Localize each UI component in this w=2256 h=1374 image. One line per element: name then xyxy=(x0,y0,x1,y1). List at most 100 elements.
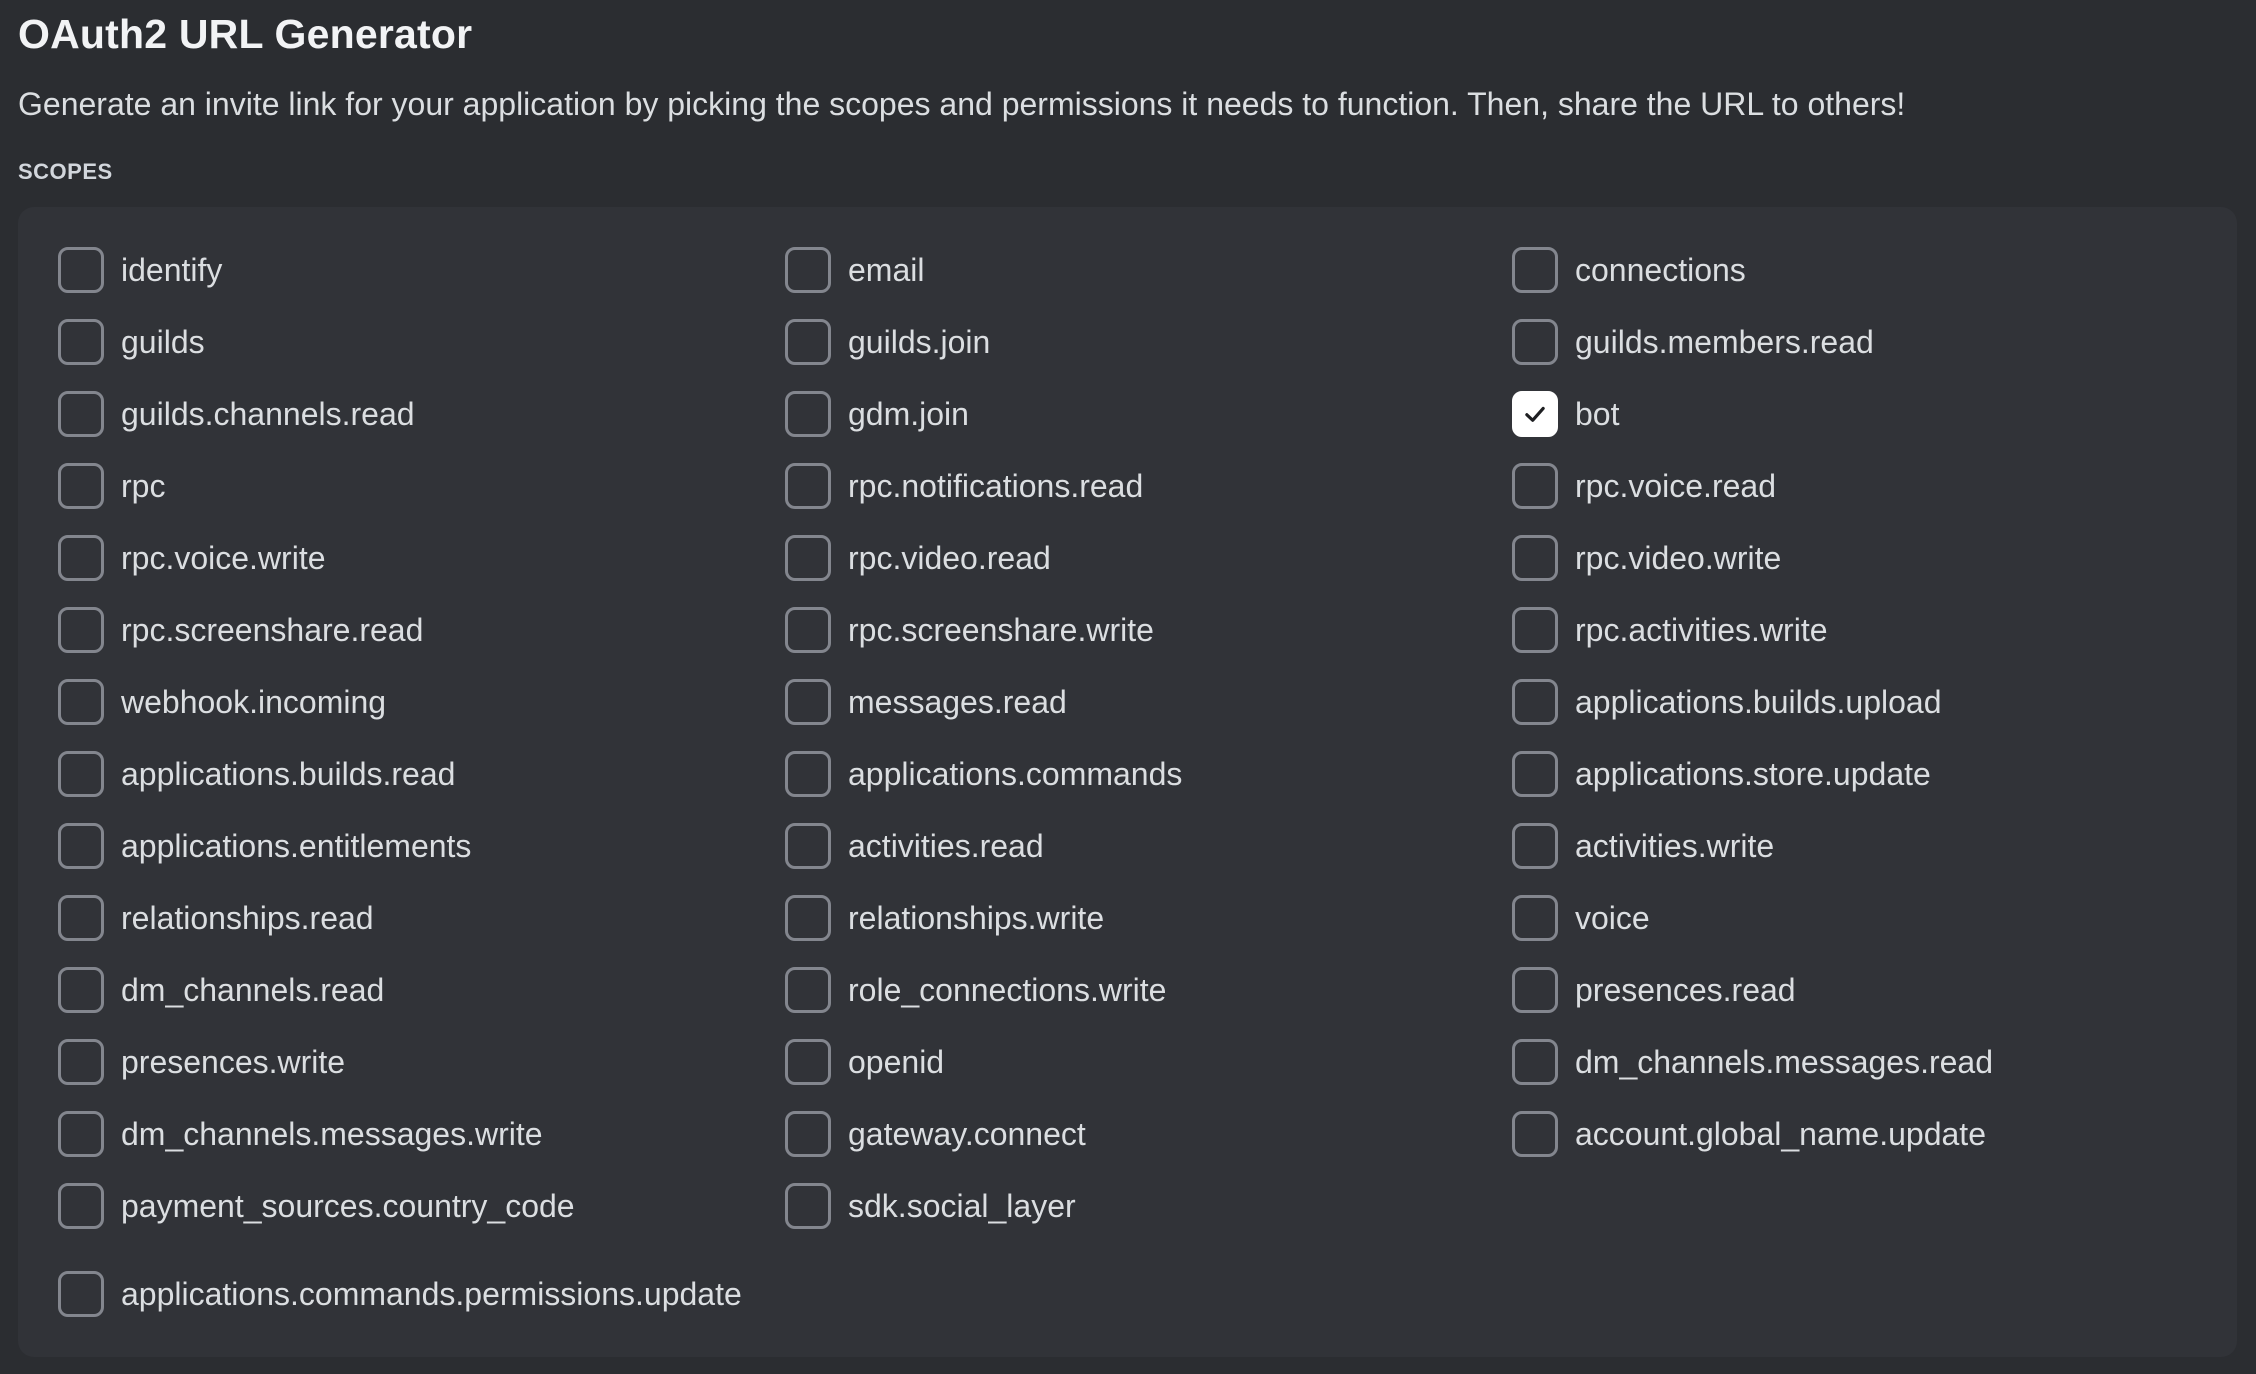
scope-item[interactable]: rpc.notifications.read xyxy=(785,450,1512,522)
scope-item[interactable]: connections xyxy=(1512,234,2239,306)
scope-item[interactable]: payment_sources.country_code xyxy=(58,1170,785,1242)
scope-item[interactable]: applications.builds.read xyxy=(58,738,785,810)
checkbox-unchecked[interactable] xyxy=(58,247,104,293)
scope-item[interactable]: rpc xyxy=(58,450,785,522)
checkbox-unchecked[interactable] xyxy=(785,823,831,869)
scope-item[interactable]: messages.read xyxy=(785,666,1512,738)
checkbox-unchecked[interactable] xyxy=(785,319,831,365)
checkbox-unchecked[interactable] xyxy=(58,463,104,509)
checkbox-unchecked[interactable] xyxy=(1512,1111,1558,1157)
checkbox-unchecked[interactable] xyxy=(1512,535,1558,581)
scope-item[interactable]: rpc.screenshare.read xyxy=(58,594,785,666)
scope-label: messages.read xyxy=(848,684,1067,720)
checkbox-unchecked[interactable] xyxy=(785,1183,831,1229)
scope-item[interactable]: applications.entitlements xyxy=(58,810,785,882)
scope-item[interactable]: openid xyxy=(785,1026,1512,1098)
scope-item[interactable]: gateway.connect xyxy=(785,1098,1512,1170)
checkbox-unchecked[interactable] xyxy=(1512,319,1558,365)
scope-item[interactable]: applications.commands xyxy=(785,738,1512,810)
scope-item[interactable]: rpc.video.write xyxy=(1512,522,2239,594)
checkbox-unchecked[interactable] xyxy=(1512,679,1558,725)
checkbox-unchecked[interactable] xyxy=(1512,895,1558,941)
scope-label: relationships.write xyxy=(848,900,1104,936)
scope-label: applications.entitlements xyxy=(121,828,471,864)
scope-item[interactable]: guilds.channels.read xyxy=(58,378,785,450)
scope-item[interactable]: identify xyxy=(58,234,785,306)
scope-label: payment_sources.country_code xyxy=(121,1188,575,1224)
checkbox-unchecked[interactable] xyxy=(58,1183,104,1229)
checkbox-unchecked[interactable] xyxy=(58,679,104,725)
scope-label: applications.builds.read xyxy=(121,756,455,792)
checkbox-unchecked[interactable] xyxy=(1512,751,1558,797)
checkbox-unchecked[interactable] xyxy=(785,967,831,1013)
checkbox-unchecked[interactable] xyxy=(785,1111,831,1157)
scope-item[interactable]: presences.write xyxy=(58,1026,785,1098)
checkbox-unchecked[interactable] xyxy=(785,391,831,437)
scope-label: guilds xyxy=(121,324,205,360)
checkbox-unchecked[interactable] xyxy=(1512,1039,1558,1085)
scope-item[interactable]: role_connections.write xyxy=(785,954,1512,1026)
scope-item[interactable]: sdk.social_layer xyxy=(785,1170,1512,1242)
scope-item[interactable]: presences.read xyxy=(1512,954,2239,1026)
scope-item[interactable]: activities.write xyxy=(1512,810,2239,882)
scope-label: presences.read xyxy=(1575,972,1796,1008)
checkbox-unchecked[interactable] xyxy=(1512,607,1558,653)
scope-label: identify xyxy=(121,252,222,288)
checkbox-unchecked[interactable] xyxy=(785,535,831,581)
scope-item[interactable]: applications.builds.upload xyxy=(1512,666,2239,738)
scope-label: applications.commands.permissions.update xyxy=(121,1276,742,1312)
checkbox-unchecked[interactable] xyxy=(58,607,104,653)
scope-item[interactable]: applications.store.update xyxy=(1512,738,2239,810)
checkbox-unchecked[interactable] xyxy=(1512,967,1558,1013)
scope-item[interactable]: dm_channels.messages.write xyxy=(58,1098,785,1170)
scope-item[interactable]: activities.read xyxy=(785,810,1512,882)
scope-item[interactable]: guilds.members.read xyxy=(1512,306,2239,378)
checkbox-unchecked[interactable] xyxy=(58,895,104,941)
scope-label: role_connections.write xyxy=(848,972,1166,1008)
checkbox-unchecked[interactable] xyxy=(785,895,831,941)
checkbox-unchecked[interactable] xyxy=(785,751,831,797)
scope-item[interactable]: voice xyxy=(1512,882,2239,954)
scope-label: bot xyxy=(1575,396,1619,432)
scope-item[interactable]: gdm.join xyxy=(785,378,1512,450)
checkbox-unchecked[interactable] xyxy=(58,967,104,1013)
checkbox-unchecked[interactable] xyxy=(58,1111,104,1157)
checkbox-unchecked[interactable] xyxy=(1512,247,1558,293)
checkbox-unchecked[interactable] xyxy=(1512,823,1558,869)
scopes-section-label: SCOPES xyxy=(18,160,113,184)
scope-item[interactable]: rpc.video.read xyxy=(785,522,1512,594)
scope-item[interactable]: bot xyxy=(1512,378,2239,450)
checkbox-unchecked[interactable] xyxy=(58,1039,104,1085)
checkbox-checked[interactable] xyxy=(1512,391,1558,437)
checkbox-unchecked[interactable] xyxy=(785,679,831,725)
checkbox-unchecked[interactable] xyxy=(785,607,831,653)
scope-label: guilds.members.read xyxy=(1575,324,1874,360)
scope-item[interactable]: webhook.incoming xyxy=(58,666,785,738)
checkbox-unchecked[interactable] xyxy=(58,319,104,365)
checkbox-unchecked[interactable] xyxy=(58,391,104,437)
scope-label: guilds.join xyxy=(848,324,990,360)
scope-item[interactable]: relationships.read xyxy=(58,882,785,954)
scope-item[interactable]: email xyxy=(785,234,1512,306)
scope-item[interactable]: relationships.write xyxy=(785,882,1512,954)
scope-item[interactable]: rpc.voice.read xyxy=(1512,450,2239,522)
scope-label: rpc.screenshare.write xyxy=(848,612,1154,648)
scope-item[interactable]: dm_channels.read xyxy=(58,954,785,1026)
checkbox-unchecked[interactable] xyxy=(785,247,831,293)
scope-item[interactable]: dm_channels.messages.read xyxy=(1512,1026,2239,1098)
scope-item[interactable]: rpc.screenshare.write xyxy=(785,594,1512,666)
checkbox-unchecked[interactable] xyxy=(785,1039,831,1085)
scope-item[interactable]: rpc.activities.write xyxy=(1512,594,2239,666)
checkbox-unchecked[interactable] xyxy=(58,823,104,869)
scope-item[interactable]: guilds xyxy=(58,306,785,378)
checkbox-unchecked[interactable] xyxy=(58,751,104,797)
checkbox-unchecked[interactable] xyxy=(58,535,104,581)
scope-item[interactable]: applications.commands.permissions.update xyxy=(58,1258,785,1330)
checkbox-unchecked[interactable] xyxy=(785,463,831,509)
checkbox-unchecked[interactable] xyxy=(58,1271,104,1317)
scope-label: applications.builds.upload xyxy=(1575,684,1941,720)
scope-item[interactable]: account.global_name.update xyxy=(1512,1098,2239,1170)
checkbox-unchecked[interactable] xyxy=(1512,463,1558,509)
scope-item[interactable]: guilds.join xyxy=(785,306,1512,378)
scope-item[interactable]: rpc.voice.write xyxy=(58,522,785,594)
